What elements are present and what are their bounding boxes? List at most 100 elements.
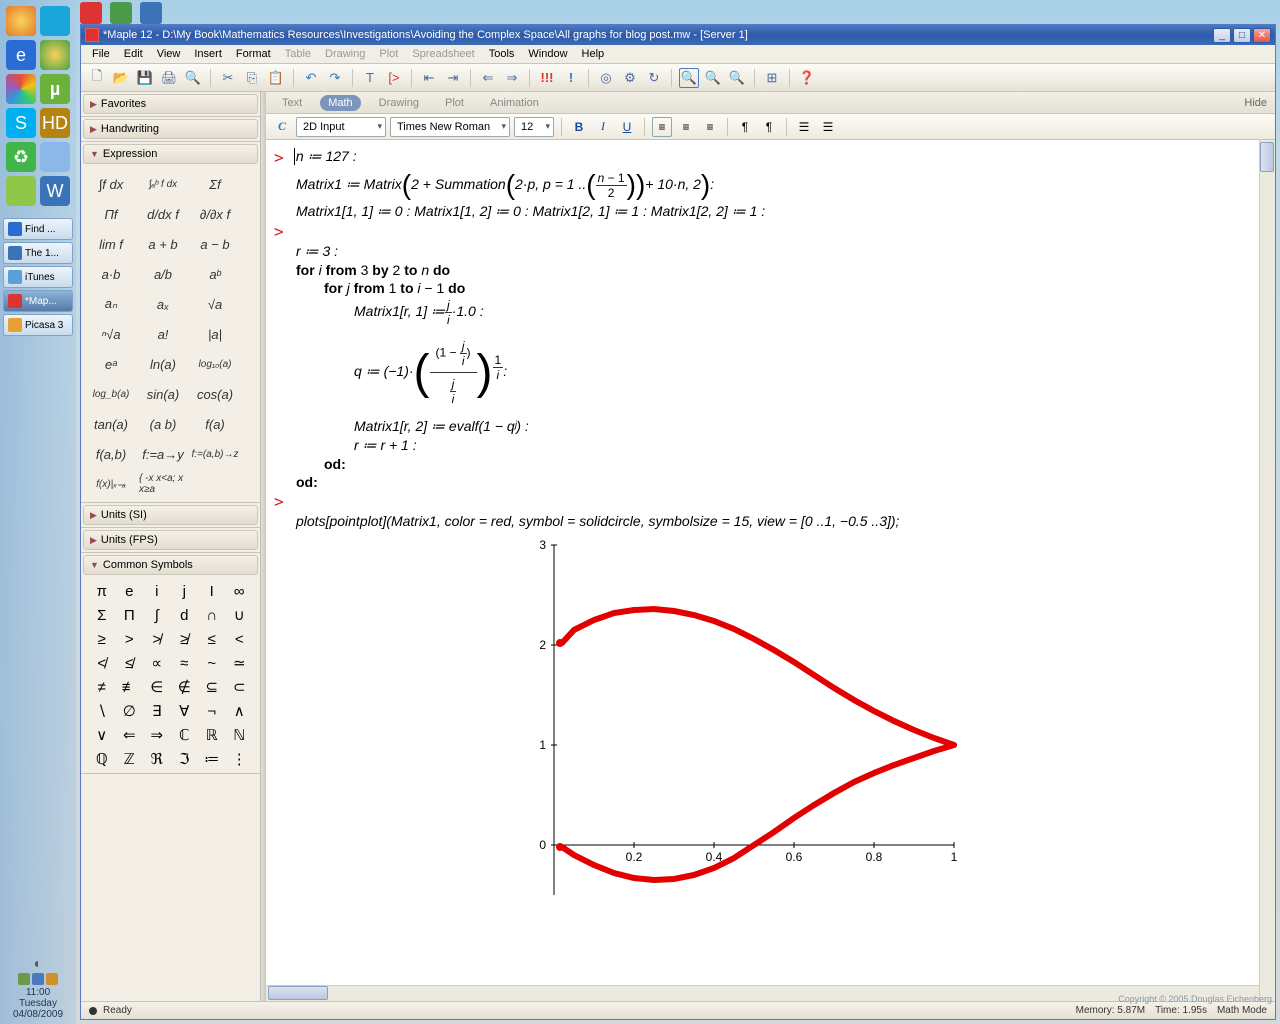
expression-item[interactable]: a! (139, 320, 187, 348)
maximize-button[interactable]: □ (1233, 28, 1251, 43)
ie-icon[interactable]: e (6, 40, 36, 70)
horizontal-scrollbar[interactable] (266, 985, 1259, 1001)
symbol-item[interactable]: π (89, 581, 115, 601)
titlebar[interactable]: *Maple 12 - D:\My Book\Mathematics Resou… (81, 25, 1275, 45)
expression-item[interactable]: f(x)|ₓ₌ₐ (87, 470, 135, 498)
symbol-item[interactable]: ∈ (144, 677, 170, 697)
symbol-item[interactable]: ∧ (227, 701, 253, 721)
symbol-item[interactable]: Π (117, 605, 143, 625)
symbol-item[interactable]: d (172, 605, 198, 625)
menu-table[interactable]: Table (278, 46, 318, 62)
stop-icon[interactable]: ◎ (596, 68, 616, 88)
expression-item[interactable]: cos(a) (191, 380, 239, 408)
cut-icon[interactable]: ✂ (218, 68, 238, 88)
maple-desktop-icon[interactable] (80, 2, 102, 24)
paste-icon[interactable]: 📋 (266, 68, 286, 88)
symbol-item[interactable]: ∨ (89, 725, 115, 745)
open-icon[interactable]: 📂 (111, 68, 131, 88)
print-icon[interactable]: 🖨 (159, 68, 179, 88)
save-icon[interactable]: 💾 (135, 68, 155, 88)
context-tab-drawing[interactable]: Drawing (371, 95, 427, 111)
expression-item[interactable]: √a (191, 290, 239, 318)
symbol-item[interactable]: ℚ (89, 749, 115, 769)
para1-icon[interactable]: ¶ (735, 117, 755, 137)
context-tab-math[interactable]: Math (320, 95, 360, 111)
expression-item[interactable]: Σf (191, 170, 239, 198)
excel-desktop-icon[interactable] (110, 2, 132, 24)
expression-item[interactable]: ln(a) (139, 350, 187, 378)
restart-icon[interactable]: ↻ (644, 68, 664, 88)
bold-button[interactable]: B (569, 117, 589, 137)
close-button[interactable]: ✕ (1253, 28, 1271, 43)
task-button[interactable]: *Map... (3, 290, 73, 312)
expression-item[interactable]: f:=(a,b)→z (191, 440, 239, 468)
palette-units-fps[interactable]: ▶Units (FPS) (83, 530, 258, 550)
execute-icon[interactable]: ! (561, 68, 581, 88)
align-left-icon[interactable]: ≡ (652, 117, 672, 137)
word-icon[interactable]: W (40, 176, 70, 206)
preview-icon[interactable]: 🔍 (183, 68, 203, 88)
symbol-item[interactable]: ≤ (199, 629, 225, 649)
expression-item[interactable]: a·b (87, 260, 135, 288)
symbol-item[interactable]: ~ (199, 653, 225, 673)
back-icon[interactable]: ⇐ (478, 68, 498, 88)
symbol-item[interactable]: ∞ (227, 581, 253, 601)
task-button[interactable]: The 1... (3, 242, 73, 264)
symbol-item[interactable]: ∖ (89, 701, 115, 721)
worksheet[interactable]: > n ≔ 127 : Matrix1 ≔ Matrix(2 + Summati… (266, 140, 1275, 1001)
hide-link[interactable]: Hide (1244, 97, 1267, 109)
task-button[interactable]: Picasa 3 (3, 314, 73, 336)
recycle-icon[interactable]: ♻ (6, 142, 36, 172)
menu-plot[interactable]: Plot (372, 46, 405, 62)
expression-item[interactable]: d/dx f (139, 200, 187, 228)
expression-item[interactable]: sin(a) (139, 380, 187, 408)
menu-help[interactable]: Help (575, 46, 612, 62)
help-icon[interactable]: ❓ (797, 68, 817, 88)
picasa-icon[interactable] (6, 74, 36, 104)
expression-item[interactable]: f:=a→y (139, 440, 187, 468)
expression-item[interactable]: lim f (87, 230, 135, 258)
expression-item[interactable]: log₁₀(a) (191, 350, 239, 378)
zoom-in-icon[interactable]: 🔍 (703, 68, 723, 88)
font-select[interactable]: Times New Roman (390, 117, 510, 137)
symbol-item[interactable]: ≔ (199, 749, 225, 769)
underline-button[interactable]: U (617, 117, 637, 137)
execute-all-icon[interactable]: !!! (537, 68, 557, 88)
symbol-item[interactable]: ∪ (227, 605, 253, 625)
skype-icon[interactable]: S (6, 108, 36, 138)
zoom-out-icon[interactable]: 🔍 (727, 68, 747, 88)
symbol-item[interactable]: ℕ (227, 725, 253, 745)
symbol-item[interactable]: ∩ (199, 605, 225, 625)
menu-tools[interactable]: Tools (482, 46, 522, 62)
symbol-item[interactable]: ≰ (117, 653, 143, 673)
expression-item[interactable]: ∂/∂x f (191, 200, 239, 228)
symbol-item[interactable]: ⋮ (227, 749, 253, 769)
expression-item[interactable]: ∫ₐᵇ f dx (139, 170, 187, 198)
expression-item[interactable]: aᵇ (191, 260, 239, 288)
expression-item[interactable]: ∫f dx (87, 170, 135, 198)
symbol-item[interactable]: I (199, 581, 225, 601)
italic-button[interactable]: I (593, 117, 613, 137)
palette-favorites[interactable]: ▶Favorites (83, 94, 258, 114)
tray-icons[interactable] (0, 973, 76, 985)
symbol-item[interactable]: ∫ (144, 605, 170, 625)
expression-item[interactable]: (a b) (139, 410, 187, 438)
para2-icon[interactable]: ¶ (759, 117, 779, 137)
symbol-item[interactable]: ⊆ (199, 677, 225, 697)
redo-icon[interactable]: ↷ (325, 68, 345, 88)
prompt-icon[interactable]: [> (384, 68, 404, 88)
size-select[interactable]: 12 (514, 117, 554, 137)
text-mode-icon[interactable]: T (360, 68, 380, 88)
menu-window[interactable]: Window (521, 46, 574, 62)
align-right-icon[interactable]: ≡ (700, 117, 720, 137)
symbol-item[interactable]: ℜ (144, 749, 170, 769)
symbol-item[interactable]: ∉ (172, 677, 198, 697)
symbol-item[interactable]: ≮ (89, 653, 115, 673)
numbering-icon[interactable]: ☰ (818, 117, 838, 137)
symbol-item[interactable]: ≱ (172, 629, 198, 649)
context-tab-animation[interactable]: Animation (482, 95, 547, 111)
symbol-item[interactable]: ∀ (172, 701, 198, 721)
symbol-item[interactable]: ℤ (117, 749, 143, 769)
expression-item[interactable]: f(a) (191, 410, 239, 438)
symbol-item[interactable]: Σ (89, 605, 115, 625)
